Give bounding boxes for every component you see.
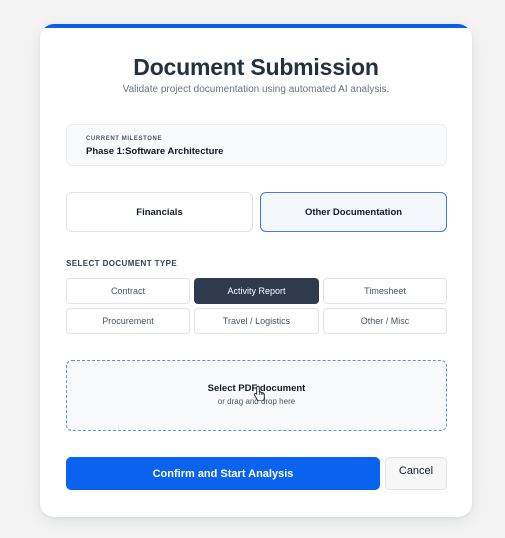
submission-card: Document Submission Validate project doc… xyxy=(40,24,472,517)
category-label: Other Documentation xyxy=(304,206,403,218)
cancel-button[interactable]: Cancel xyxy=(385,457,447,490)
category-label: Financials xyxy=(136,206,183,218)
pdf-upload-dropzone[interactable]: Select PDF document or drag and drop her… xyxy=(66,360,447,431)
doc-type-timesheet-button[interactable]: Timesheet xyxy=(323,278,447,304)
hand-pointer-icon xyxy=(254,385,265,401)
doc-type-procurement-button[interactable]: Procurement xyxy=(66,308,190,334)
confirm-start-analysis-button[interactable]: Confirm and Start Analysis xyxy=(66,457,380,490)
doc-type-contract-button[interactable]: Contract xyxy=(66,278,190,304)
doc-type-travel-logistics-button[interactable]: Travel / Logistics xyxy=(194,308,319,334)
document-type-grid: Contract Activity Report Timesheet Procu… xyxy=(66,278,447,334)
category-financials-button[interactable]: Financials xyxy=(66,192,253,232)
milestone-label: CURRENT MILESTONE xyxy=(86,136,163,142)
doc-type-other-misc-button[interactable]: Other / Misc xyxy=(323,308,447,334)
category-other-documentation-button[interactable]: Other Documentation xyxy=(260,192,447,232)
milestone-value: Phase 1:Software Architecture xyxy=(86,146,224,157)
current-milestone-panel: CURRENT MILESTONE Phase 1:Software Archi… xyxy=(66,124,447,166)
page-title: Document Submission xyxy=(133,54,379,80)
page-subtitle: Validate project documentation using aut… xyxy=(122,84,390,95)
card-accent-bar xyxy=(40,24,472,28)
doc-type-activity-report-button[interactable]: Activity Report xyxy=(194,278,319,304)
document-type-label: SELECT DOCUMENT TYPE xyxy=(66,259,178,268)
